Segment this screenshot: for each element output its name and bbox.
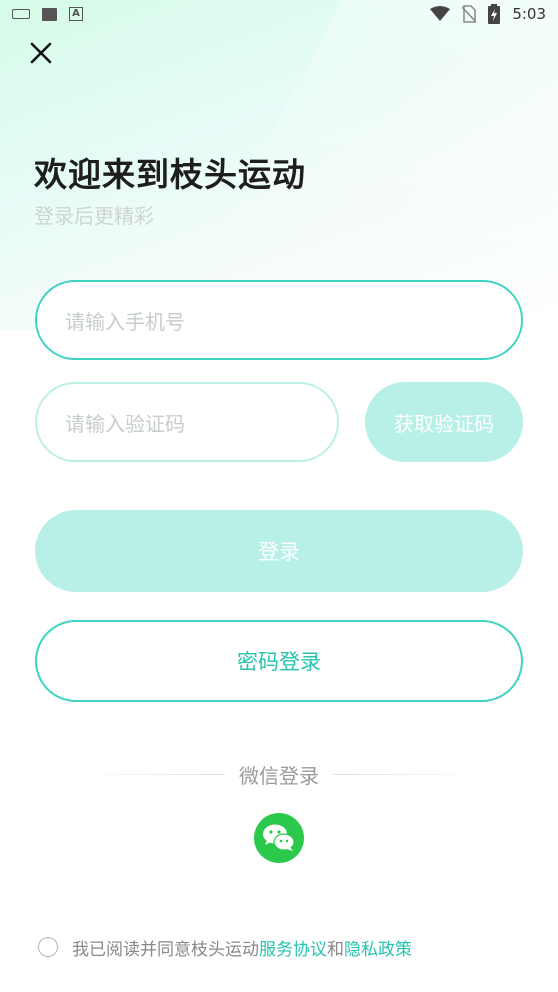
- login-label: 登录: [258, 540, 300, 564]
- phone-input[interactable]: 请输入手机号: [35, 280, 523, 360]
- page-title: 欢迎来到枝头运动: [34, 155, 306, 194]
- wechat-icon: [263, 824, 295, 851]
- status-left: A: [12, 7, 83, 21]
- phone-placeholder: 请输入手机号: [65, 309, 185, 334]
- status-right: 5:03: [430, 4, 546, 24]
- divider-text: 微信登录: [239, 763, 319, 788]
- agreement-row: 我已阅读并同意枝头运动 服务协议 和 隐私政策: [38, 934, 412, 960]
- password-login-button[interactable]: 密码登录: [35, 620, 523, 702]
- wechat-divider: 微信登录: [80, 760, 478, 788]
- wechat-login-button[interactable]: [254, 813, 304, 863]
- password-login-label: 密码登录: [237, 650, 321, 674]
- a-icon: A: [69, 7, 83, 21]
- divider-line-right: [333, 773, 478, 775]
- agreement-checkbox[interactable]: [38, 937, 58, 957]
- keyboard-icon: [12, 9, 30, 19]
- get-code-label: 获取验证码: [394, 411, 494, 436]
- get-code-button[interactable]: 获取验证码: [365, 382, 523, 462]
- login-button[interactable]: 登录: [35, 510, 523, 592]
- divider-line-left: [80, 773, 225, 775]
- no-sim-icon: [462, 5, 477, 23]
- status-bar: A 5:03: [0, 0, 558, 28]
- agreement-prefix: 我已阅读并同意枝头运动: [72, 939, 259, 960]
- status-time: 5:03: [512, 5, 546, 23]
- battery-icon: [488, 4, 501, 24]
- verification-code-input[interactable]: 请输入验证码: [35, 382, 339, 462]
- close-icon: [30, 42, 52, 64]
- terms-link[interactable]: 服务协议: [259, 935, 327, 960]
- privacy-link[interactable]: 隐私政策: [344, 935, 412, 960]
- code-placeholder: 请输入验证码: [65, 411, 185, 436]
- background-shape: [214, 0, 558, 240]
- wifi-icon: [430, 6, 451, 21]
- page-subtitle: 登录后更精彩: [34, 204, 154, 228]
- close-button[interactable]: [26, 38, 56, 68]
- agreement-conjunction: 和: [327, 939, 344, 960]
- image-icon: [42, 7, 57, 21]
